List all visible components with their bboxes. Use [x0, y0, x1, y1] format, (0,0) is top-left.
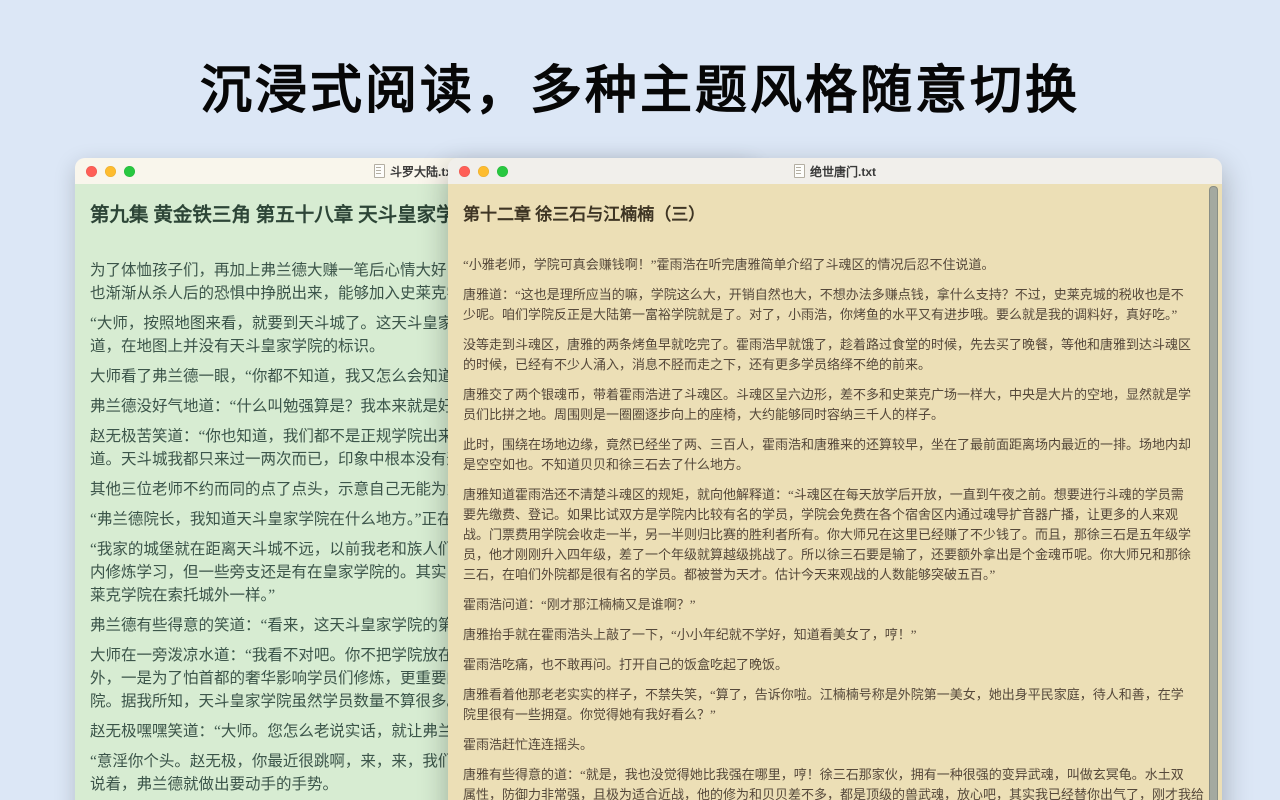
- scrollbar-thumb[interactable]: [1209, 186, 1218, 800]
- text-line: 少呢。咱们学院反正是大陆第一富裕学院就是了。对了，小雨浩，你烤鱼的水平又有进步哦…: [463, 305, 1207, 325]
- text-line: 员们比拼之地。周围则是一圈圈逐步向上的座椅，大约能够同时容纳三千人的样子。: [463, 405, 1207, 425]
- paragraph: 霍雨浩赶忙连连摇头。: [463, 735, 1207, 755]
- text-line: 霍雨浩赶忙连连摇头。: [463, 735, 1207, 755]
- paragraph: 唐雅知道霍雨浩还不清楚斗魂区的规矩，就向他解释道：“斗魂区在每天放学后开放，一直…: [463, 485, 1207, 585]
- text-line: “小雅老师，学院可真会赚钱啊！”霍雨浩在听完唐雅简单介绍了斗魂区的情况后忍不住说…: [463, 255, 1207, 275]
- page: 沉浸式阅读，多种主题风格随意切换 斗罗大陆.txt 第九集 黄金铁三角 第五十八…: [0, 0, 1280, 800]
- text-line: 霍雨浩问道：“刚才那江楠楠又是谁啊？”: [463, 595, 1207, 615]
- text-line: 唐雅道：“这也是理所应当的嘛，学院这么大，开销自然也大，不想办法多赚点钱，拿什么…: [463, 285, 1207, 305]
- chapter-heading: 第十二章 徐三石与江楠楠（三）: [463, 200, 1207, 225]
- zoom-button[interactable]: [124, 166, 135, 177]
- paragraph: 此时，围绕在场地边缘，竟然已经坐了两、三百人，霍雨浩和唐雅来的还算较早，坐在了最…: [463, 435, 1207, 475]
- text-line: 员，他才刚刚升入四年级，差了一个年级就算越级挑战了。所以徐三石要是输了，还要额外…: [463, 545, 1207, 565]
- page-headline: 沉浸式阅读，多种主题风格随意切换: [0, 48, 1280, 123]
- window-controls: [75, 166, 135, 177]
- text-line: 的时候，已经有不少人涌入，消息不胫而走之下，还有更多学员络绎不绝的前来。: [463, 355, 1207, 375]
- text-line: 此时，围绕在场地边缘，竟然已经坐了两、三百人，霍雨浩和唐雅来的还算较早，坐在了最…: [463, 435, 1207, 455]
- close-button[interactable]: [86, 166, 97, 177]
- document-icon: [794, 164, 805, 178]
- text-line: 唐雅交了两个银魂币，带着霍雨浩进了斗魂区。斗魂区呈六边形，差不多和史莱克广场一样…: [463, 385, 1207, 405]
- text-line: 唐雅看着他那老老实实的样子，不禁失笑，“算了，告诉你啦。江楠楠号称是外院第一美女…: [463, 685, 1207, 705]
- window-title-text: 绝世唐门.txt: [810, 163, 876, 180]
- minimize-button[interactable]: [105, 166, 116, 177]
- window-title: 斗罗大陆.txt: [374, 163, 456, 180]
- text-line: 唐雅有些得意的道：“就是，我也没觉得她比我强在哪里，哼！徐三石那家伙，拥有一种很…: [463, 765, 1207, 785]
- paragraph: 唐雅抬手就在霍雨浩头上敲了一下，“小小年纪就不学好，知道看美女了，哼！”: [463, 625, 1207, 645]
- paragraph: 唐雅道：“这也是理所应当的嘛，学院这么大，开销自然也大，不想办法多赚点钱，拿什么…: [463, 285, 1207, 325]
- right-window-body: “小雅老师，学院可真会赚钱啊！”霍雨浩在听完唐雅简单介绍了斗魂区的情况后忍不住说…: [463, 255, 1207, 800]
- paragraph: 唐雅有些得意的道：“就是，我也没觉得她比我强在哪里，哼！徐三石那家伙，拥有一种很…: [463, 765, 1207, 800]
- text-line: 战。门票费用学院会收走一半，另一半则归比赛的胜利者所有。你大师兄在这里已经赚了不…: [463, 525, 1207, 545]
- window-title-text: 斗罗大陆.txt: [390, 163, 456, 180]
- text-line: 三石，在咱们外院都是很有名的学员。都被誉为天才。估计今天来观战的人数能够突破五百…: [463, 565, 1207, 585]
- zoom-button[interactable]: [497, 166, 508, 177]
- window-controls: [448, 166, 508, 177]
- close-button[interactable]: [459, 166, 470, 177]
- text-line: 霍雨浩吃痛，也不敢再问。打开自己的饭盒吃起了晚饭。: [463, 655, 1207, 675]
- text-line: 要先缴费、登记。如果比试双方是学院内比较有名的学员，学院会免费在各个宿舍区内通过…: [463, 505, 1207, 525]
- paragraph: 唐雅交了两个银魂币，带着霍雨浩进了斗魂区。斗魂区呈六边形，差不多和史莱克广场一样…: [463, 385, 1207, 425]
- text-line: 没等走到斗魂区，唐雅的两条烤鱼早就吃完了。霍雨浩早就饿了，趁着路过食堂的时候，先…: [463, 335, 1207, 355]
- text-line: 院里很有一些拥趸。你觉得她有我好看么？”: [463, 705, 1207, 725]
- text-line: 属性，防御力非常强，且极为适合近战，他的修为和贝贝差不多，都是顶级的兽武魂，放心…: [463, 785, 1207, 800]
- reader-window-cream: 绝世唐门.txt 第十二章 徐三石与江楠楠（三） “小雅老师，学院可真会赚钱啊！…: [448, 158, 1222, 800]
- text-line: 唐雅抬手就在霍雨浩头上敲了一下，“小小年纪就不学好，知道看美女了，哼！”: [463, 625, 1207, 645]
- window-title: 绝世唐门.txt: [794, 163, 876, 180]
- reader-content-cream: 第十二章 徐三石与江楠楠（三） “小雅老师，学院可真会赚钱啊！”霍雨浩在听完唐雅…: [448, 184, 1222, 800]
- paragraph: “小雅老师，学院可真会赚钱啊！”霍雨浩在听完唐雅简单介绍了斗魂区的情况后忍不住说…: [463, 255, 1207, 275]
- paragraph: 霍雨浩问道：“刚才那江楠楠又是谁啊？”: [463, 595, 1207, 615]
- document-icon: [374, 164, 385, 178]
- cream-window-titlebar[interactable]: 绝世唐门.txt: [448, 158, 1222, 185]
- paragraph: 霍雨浩吃痛，也不敢再问。打开自己的饭盒吃起了晚饭。: [463, 655, 1207, 675]
- text-line: 唐雅知道霍雨浩还不清楚斗魂区的规矩，就向他解释道：“斗魂区在每天放学后开放，一直…: [463, 485, 1207, 505]
- minimize-button[interactable]: [478, 166, 489, 177]
- paragraph: 没等走到斗魂区，唐雅的两条烤鱼早就吃完了。霍雨浩早就饿了，趁着路过食堂的时候，先…: [463, 335, 1207, 375]
- text-line: 是空空如也。不知道贝贝和徐三石去了什么地方。: [463, 455, 1207, 475]
- paragraph: 唐雅看着他那老老实实的样子，不禁失笑，“算了，告诉你啦。江楠楠号称是外院第一美女…: [463, 685, 1207, 725]
